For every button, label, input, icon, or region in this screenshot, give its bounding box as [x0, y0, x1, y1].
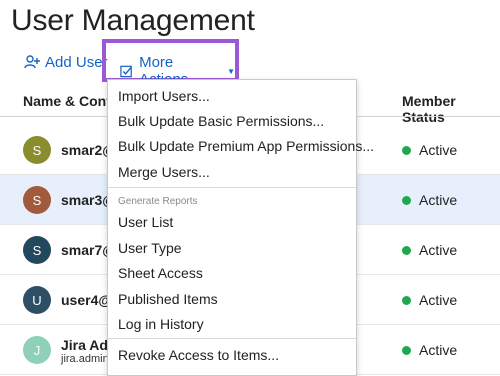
menu-item-published-items[interactable]: Published Items: [118, 291, 218, 307]
status-label: Active: [419, 142, 458, 158]
status-label: Active: [419, 192, 458, 208]
avatar: S: [23, 186, 51, 214]
menu-item-revoke-access[interactable]: Revoke Access to Items...: [118, 347, 279, 363]
status-badge: Active: [402, 342, 457, 358]
avatar: S: [23, 236, 51, 264]
status-label: Active: [419, 242, 458, 258]
menu-divider: [108, 338, 356, 339]
menu-item-import-users[interactable]: Import Users...: [118, 88, 210, 104]
status-badge: Active: [402, 292, 457, 308]
menu-item-sheet-access[interactable]: Sheet Access: [118, 265, 203, 281]
status-dot-icon: [402, 145, 411, 155]
status-badge: Active: [402, 242, 457, 258]
menu-item-user-type[interactable]: User Type: [118, 240, 182, 256]
chevron-down-icon: ▼: [227, 66, 235, 76]
avatar: S: [23, 136, 51, 164]
more-actions-highlight: More Actions ▼: [102, 39, 239, 88]
menu-item-bulk-update-basic[interactable]: Bulk Update Basic Permissions...: [118, 113, 324, 129]
status-badge: Active: [402, 142, 457, 158]
menu-section-label: Generate Reports: [118, 196, 198, 207]
menu-divider: [108, 187, 356, 188]
column-header-status[interactable]: Member Status: [402, 93, 500, 125]
status-dot-icon: [402, 245, 411, 255]
menu-item-merge-users[interactable]: Merge Users...: [118, 164, 210, 180]
menu-item-bulk-update-premium[interactable]: Bulk Update Premium App Permissions...: [118, 138, 374, 154]
status-dot-icon: [402, 195, 411, 205]
checkbox-list-icon: [120, 65, 132, 78]
menu-item-log-in-history[interactable]: Log in History: [118, 316, 204, 332]
add-user-label: Add User: [45, 53, 108, 71]
add-user-button[interactable]: Add User: [24, 53, 108, 71]
add-user-icon: [24, 55, 40, 69]
avatar: U: [23, 286, 51, 314]
more-actions-menu: Import Users... Bulk Update Basic Permis…: [107, 79, 374, 376]
avatar: J: [23, 336, 51, 364]
menu-item-user-list[interactable]: User List: [118, 214, 173, 230]
status-dot-icon: [402, 345, 411, 355]
status-dot-icon: [402, 295, 411, 305]
page-title: User Management: [11, 4, 255, 37]
status-badge: Active: [402, 192, 457, 208]
status-label: Active: [419, 292, 458, 308]
status-label: Active: [419, 342, 458, 358]
